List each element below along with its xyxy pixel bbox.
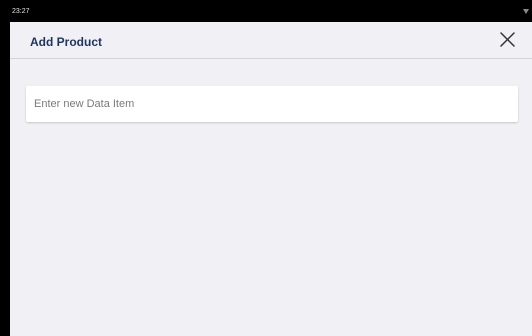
signal-icon [523, 9, 529, 14]
app-screen: 23:27 Add Product [0, 0, 532, 336]
dialog-title: Add Product [30, 35, 102, 49]
data-item-input-card [26, 86, 518, 122]
status-bar: 23:27 [0, 0, 532, 22]
add-product-panel: Add Product [10, 22, 532, 336]
dialog-header: Add Product [10, 22, 532, 59]
close-button[interactable] [499, 31, 516, 48]
status-time: 23:27 [12, 8, 30, 15]
close-icon [500, 32, 515, 47]
data-item-input[interactable] [34, 86, 510, 122]
